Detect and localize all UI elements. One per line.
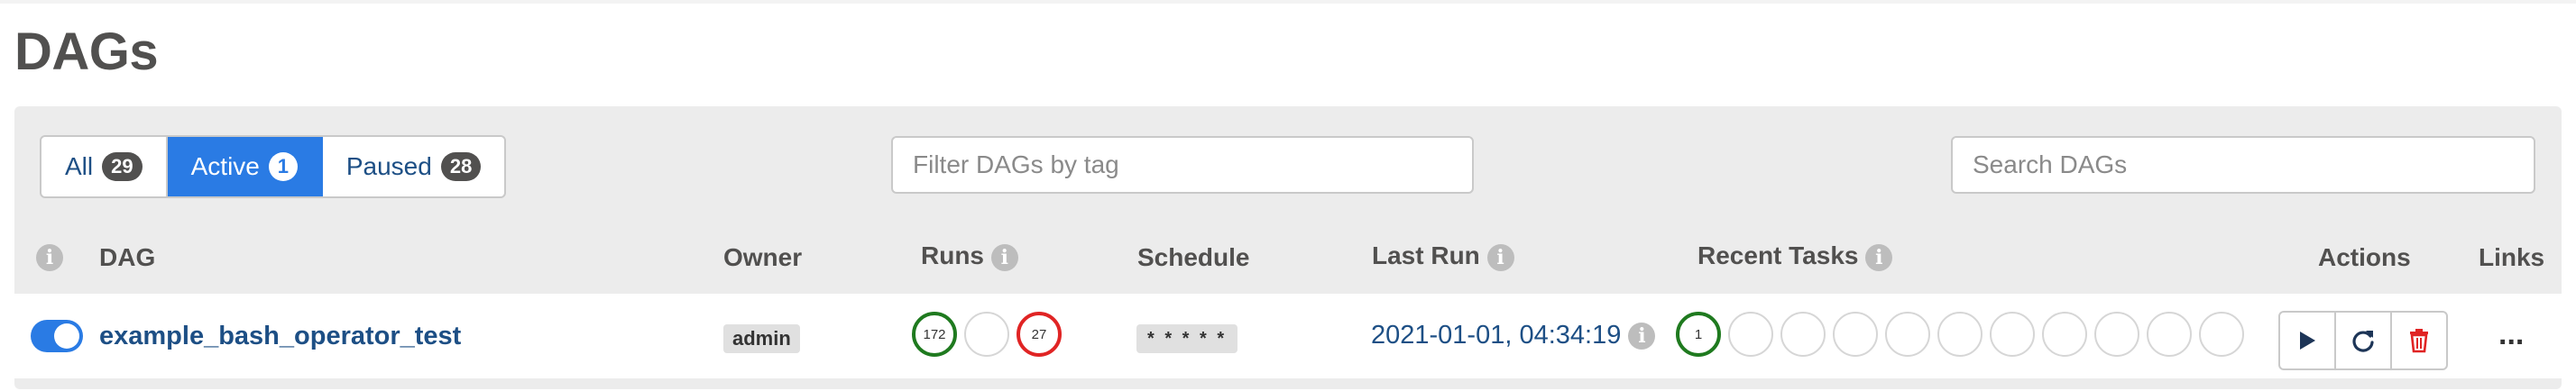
refresh-icon <box>2352 331 2374 352</box>
status-filter-group: All 29 Active 1 Paused 28 <box>40 135 507 198</box>
header-last-run: Last Run <box>1372 241 1480 269</box>
filter-active-count: 1 <box>268 152 298 181</box>
recent-tasks-info-icon: i <box>1865 243 1893 271</box>
page-title: DAGs <box>14 23 159 81</box>
filter-all-count: 29 <box>102 152 143 181</box>
toggle-knob <box>54 323 79 349</box>
header-schedule: Schedule <box>1137 243 1250 271</box>
owner-badge[interactable]: admin <box>723 324 800 353</box>
filter-paused-button[interactable]: Paused 28 <box>323 137 504 196</box>
play-icon <box>2300 332 2315 350</box>
task-state-circle[interactable] <box>1885 312 1930 357</box>
header-recent-tasks: Recent Tasks <box>1697 241 1859 269</box>
dag-actions-group <box>2278 311 2448 370</box>
task-success-circle[interactable]: 1 <box>1676 312 1721 357</box>
links-more-button[interactable]: ... <box>2498 317 2524 352</box>
task-state-circle[interactable] <box>1728 312 1773 357</box>
dag-id-link[interactable]: example_bash_operator_test <box>99 322 461 351</box>
header-dag[interactable]: DAG <box>99 243 155 272</box>
filter-active-button[interactable]: Active 1 <box>167 137 323 196</box>
task-state-circle[interactable] <box>1780 312 1826 357</box>
delete-dag-button[interactable] <box>2392 313 2446 368</box>
top-border <box>0 0 2576 4</box>
header-last-run-group: Last Run i <box>1372 241 1514 271</box>
run-success-circle[interactable]: 172 <box>912 312 957 357</box>
header-links: Links <box>2479 243 2545 271</box>
task-state-circle[interactable] <box>1833 312 1878 357</box>
dag-pause-toggle[interactable] <box>31 320 83 352</box>
trigger-dag-button[interactable] <box>2280 313 2336 368</box>
header-info-icon: i <box>36 241 63 271</box>
task-state-circle[interactable] <box>2199 312 2244 357</box>
header-runs-group: Runs i <box>921 241 1018 271</box>
last-run-link: 2021-01-01, 04:34:19 i <box>1371 321 1656 350</box>
last-run-row-info-icon: i <box>1628 323 1656 350</box>
filter-all-button[interactable]: All 29 <box>41 137 168 196</box>
search-input[interactable] <box>1951 136 2535 194</box>
filter-all-label: All <box>65 152 94 180</box>
tag-filter-input[interactable] <box>891 136 1474 194</box>
run-failed-circle[interactable]: 27 <box>1017 312 1062 357</box>
header-actions: Actions <box>2318 243 2411 271</box>
table-row: example_bash_operator_test admin 172 27 … <box>14 294 2562 378</box>
filter-active-label: Active <box>190 152 260 180</box>
filter-paused-label: Paused <box>345 152 432 180</box>
task-state-circle[interactable] <box>2042 312 2087 357</box>
task-state-circle[interactable] <box>2094 312 2139 357</box>
task-state-circle[interactable] <box>2147 312 2192 357</box>
filter-paused-count: 28 <box>440 152 482 181</box>
header-runs: Runs <box>921 241 984 269</box>
trash-icon <box>2410 329 2428 353</box>
header-recent-tasks-group: Recent Tasks i <box>1697 241 1893 271</box>
refresh-dag-button[interactable] <box>2336 313 2392 368</box>
task-state-circle[interactable] <box>1990 312 2035 357</box>
schedule-badge[interactable]: * * * * * <box>1136 324 1238 353</box>
last-run-value[interactable]: 2021-01-01, 04:34:19 <box>1371 321 1621 350</box>
runs-info-icon: i <box>990 243 1018 271</box>
last-run-info-icon: i <box>1486 243 1514 271</box>
task-state-circle[interactable] <box>1937 312 1983 357</box>
run-running-circle[interactable] <box>964 312 1009 357</box>
info-icon: i <box>36 243 63 271</box>
header-owner[interactable]: Owner <box>723 243 802 272</box>
